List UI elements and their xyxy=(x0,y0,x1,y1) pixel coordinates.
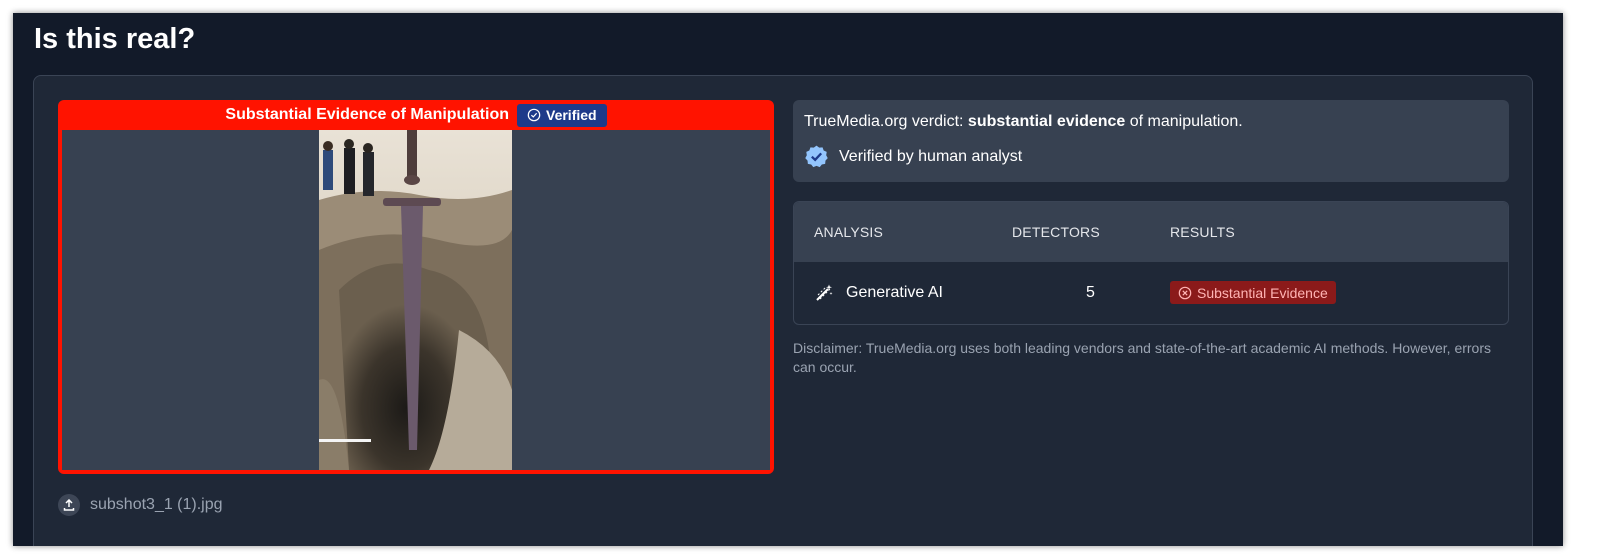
magic-wand-icon xyxy=(816,284,833,301)
table-header: ANALYSIS DETECTORS RESULTS xyxy=(794,202,1508,262)
page-title: Is this real? xyxy=(34,23,196,55)
sword-excavation-photo xyxy=(319,130,512,470)
media-viewer xyxy=(62,130,770,470)
result-badge: Substantial Evidence xyxy=(1170,281,1336,305)
result-cell: Substantial Evidence xyxy=(1170,281,1508,305)
uploaded-image[interactable] xyxy=(319,130,512,470)
disclaimer-text: Disclaimer: TrueMedia.org uses both lead… xyxy=(793,340,1491,375)
analysis-cell: Generative AI xyxy=(794,283,1012,303)
analysis-name: Generative AI xyxy=(846,284,943,301)
analysis-table: ANALYSIS DETECTORS RESULTS Generative AI… xyxy=(793,201,1509,325)
upload-icon[interactable] xyxy=(58,494,80,516)
analyst-verification: Verified by human analyst xyxy=(804,144,1498,169)
verdict-emphasis: substantial evidence xyxy=(967,113,1126,130)
manipulation-banner: Substantial Evidence of Manipulation Ver… xyxy=(62,100,770,130)
detector-count: 5 xyxy=(1086,284,1095,301)
verified-label: Verified xyxy=(546,107,597,123)
header-analysis: ANALYSIS xyxy=(814,224,884,240)
verified-badge: Verified xyxy=(517,103,607,127)
header-detectors: DETECTORS xyxy=(1012,224,1100,240)
verified-badge-icon xyxy=(805,145,828,168)
x-circle-icon xyxy=(1178,286,1192,300)
media-card: Substantial Evidence of Manipulation Ver… xyxy=(58,100,774,474)
file-info: subshot3_1 (1).jpg xyxy=(58,494,223,516)
results-panel: Substantial Evidence of Manipulation Ver… xyxy=(33,75,1533,546)
verdict-summary: TrueMedia.org verdict: substantial evide… xyxy=(793,100,1509,182)
verdict-suffix: of manipulation. xyxy=(1125,113,1243,130)
analyst-text: Verified by human analyst xyxy=(839,147,1023,165)
file-name: subshot3_1 (1).jpg xyxy=(90,496,223,513)
table-row[interactable]: Generative AI 5 Substantial Evidence xyxy=(794,262,1508,324)
header-results: RESULTS xyxy=(1170,224,1235,240)
app-window: Is this real? Substantial Evidence of Ma… xyxy=(13,13,1563,546)
banner-text: Substantial Evidence of Manipulation xyxy=(225,106,509,123)
check-circle-icon xyxy=(527,108,541,122)
verdict-text: TrueMedia.org verdict: substantial evide… xyxy=(804,112,1498,132)
result-label: Substantial Evidence xyxy=(1197,284,1328,301)
verdict-prefix: TrueMedia.org verdict: xyxy=(804,113,968,130)
